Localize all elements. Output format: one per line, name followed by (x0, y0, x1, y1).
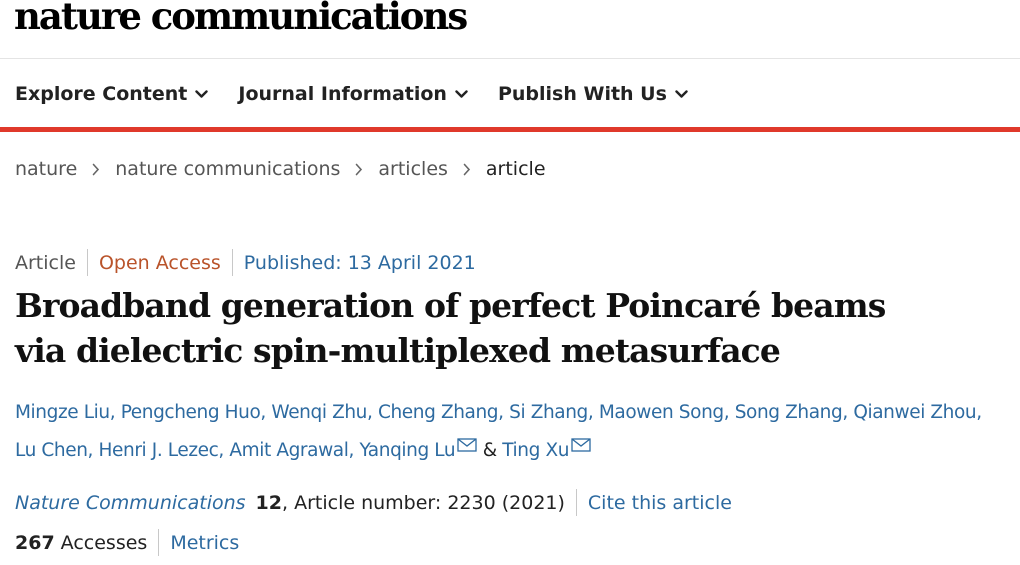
meta-divider (231, 249, 233, 276)
nav-explore-content[interactable]: Explore Content (15, 83, 209, 105)
author-item: Henri J. Lezec, (99, 440, 230, 461)
breadcrumb: nature nature communications articles ar… (15, 158, 546, 180)
article-meta: Article Open Access Published: 13 April … (15, 249, 476, 276)
author-link[interactable]: Yanqing Lu (359, 440, 455, 461)
author-link[interactable]: Amit Agrawal (229, 440, 349, 461)
accesses-label: Accesses (60, 531, 148, 554)
nav-journal-information[interactable]: Journal Information (238, 83, 468, 105)
author-link[interactable]: Henri J. Lezec (99, 440, 219, 461)
author-item: Song Zhang, (735, 402, 854, 423)
cite-this-article-link[interactable]: Cite this article (588, 492, 732, 514)
author-separator: , (587, 402, 594, 423)
nav-journal-information-label: Journal Information (238, 83, 447, 105)
article-number: , Article number: 2230 (2021) (282, 491, 565, 514)
author-link[interactable]: Mingze Liu (15, 402, 110, 423)
breadcrumb-nature-communications[interactable]: nature communications (115, 158, 340, 180)
author-item: Maowen Song, (599, 402, 735, 423)
author-separator: , (976, 402, 982, 423)
author-item: Si Zhang, (509, 402, 599, 423)
author-list: Mingze Liu, Pengcheng Huo, Wenqi Zhu, Ch… (15, 396, 1005, 468)
author-item: Ting Xu (502, 438, 591, 461)
article-title: Broadband generation of perfect Poincaré… (15, 283, 1015, 373)
author-link[interactable]: Si Zhang (509, 402, 588, 423)
author-separator: , (367, 402, 373, 423)
author-link[interactable]: Song Zhang (735, 402, 843, 423)
author-item: Cheng Zhang, (378, 402, 509, 423)
author-separator: , (260, 402, 266, 423)
author-item: Lu Chen, (15, 440, 99, 461)
author-separator: , (723, 402, 730, 423)
chevron-down-icon (675, 89, 688, 98)
author-link[interactable]: Ting Xu (502, 440, 569, 461)
site-logo[interactable]: nature communications (14, 0, 468, 38)
author-item: Wenqi Zhu, (271, 402, 378, 423)
chevron-down-icon (455, 89, 468, 98)
author-separator: , (87, 440, 94, 461)
article-title-line-2: via dielectric spin-multiplexed metasurf… (15, 331, 781, 370)
author-item: Qianwei Zhou, (853, 402, 982, 423)
breadcrumb-articles[interactable]: articles (378, 158, 448, 180)
author-link[interactable]: Lu Chen (15, 440, 88, 461)
citation-divider (575, 489, 577, 516)
metrics-divider (158, 529, 160, 556)
email-icon[interactable] (457, 430, 477, 464)
author-link[interactable]: Qianwei Zhou (853, 402, 976, 423)
author-link[interactable]: Wenqi Zhu (271, 402, 367, 423)
author-separator: , (842, 402, 848, 423)
author-separator: , (218, 440, 224, 461)
volume: 12 (255, 491, 282, 514)
author-separator: , (498, 402, 504, 423)
breadcrumb-nature[interactable]: nature (15, 158, 77, 180)
author-link[interactable]: Maowen Song (599, 402, 724, 423)
author-item: Amit Agrawal, (229, 440, 359, 461)
author-item: Pengcheng Huo, (121, 402, 272, 423)
chevron-down-icon (195, 89, 209, 98)
chevron-right-icon (92, 163, 100, 176)
chevron-right-icon (463, 163, 471, 176)
article-metrics: 267 Accesses Metrics (15, 529, 239, 556)
breadcrumb-article: article (485, 158, 546, 180)
email-icon[interactable] (571, 430, 591, 464)
meta-divider (86, 249, 88, 276)
author-item: Yanqing Lu & (359, 438, 502, 461)
article-title-line-1: Broadband generation of perfect Poincaré… (15, 286, 886, 325)
author-separator: , (348, 440, 354, 461)
metrics-link[interactable]: Metrics (170, 532, 239, 554)
open-access-label: Open Access (98, 251, 221, 274)
nav-publish-with-us[interactable]: Publish With Us (498, 83, 688, 105)
author-separator: , (109, 402, 116, 423)
main-nav: Explore Content Journal Information Publ… (15, 80, 718, 108)
accent-bar (0, 127, 1020, 132)
journal-name[interactable]: Nature Communications (15, 492, 246, 514)
chevron-right-icon (355, 163, 363, 176)
citation: Nature Communications 12 , Article numbe… (15, 489, 732, 516)
nav-explore-content-label: Explore Content (15, 83, 188, 105)
author-item: Mingze Liu, (15, 402, 121, 423)
published-date: Published: 13 April 2021 (243, 251, 476, 274)
article-type: Article (15, 251, 76, 274)
accesses-count: 267 (15, 531, 55, 554)
author-link[interactable]: Pengcheng Huo (121, 402, 261, 423)
author-and: & (482, 440, 497, 461)
author-link[interactable]: Cheng Zhang (378, 402, 499, 423)
nav-publish-with-us-label: Publish With Us (497, 83, 667, 105)
header-divider (0, 58, 1020, 59)
